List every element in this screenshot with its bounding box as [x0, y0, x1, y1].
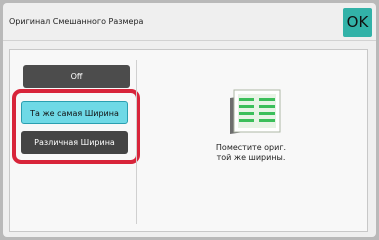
divider	[136, 60, 137, 224]
highlight-frame	[12, 89, 140, 164]
instruction-line-1: Поместите ориг.	[215, 143, 287, 152]
dialog-header: Оригинал Смешанного Размера OK	[3, 3, 376, 41]
mixed-size-original-dialog: Оригинал Смешанного Размера OK Off Та же…	[3, 3, 376, 237]
ok-button[interactable]: OK	[343, 8, 372, 37]
off-button[interactable]: Off	[23, 65, 130, 88]
options-area: Off Та же самая Ширина Различная Ширина …	[9, 49, 368, 232]
dialog-title: Оригинал Смешанного Размера	[9, 17, 144, 26]
instruction-line-2: той же ширины.	[216, 153, 286, 162]
instruction-text: Поместите ориг. той же ширины.	[190, 143, 312, 163]
original-documents-icon	[230, 89, 281, 134]
